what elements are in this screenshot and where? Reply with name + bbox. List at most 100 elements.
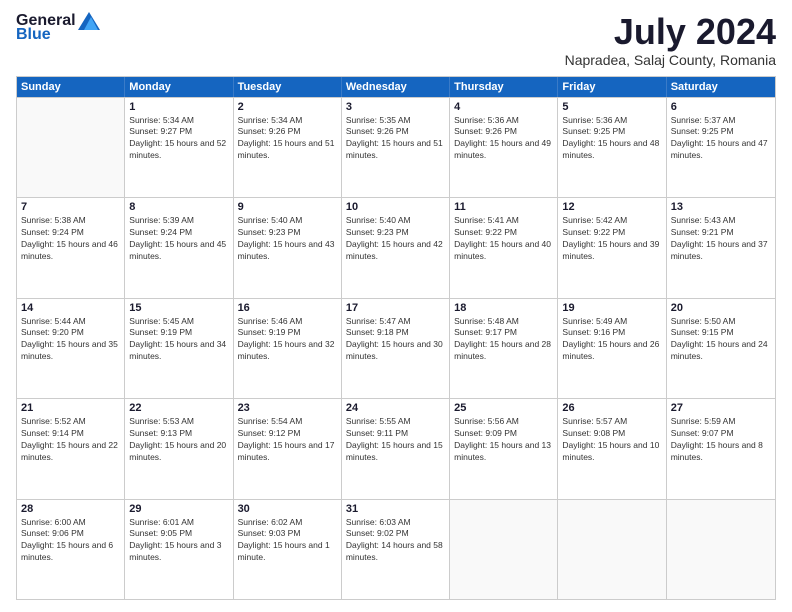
cell-date: 7	[21, 201, 120, 213]
header-day-tuesday: Tuesday	[234, 77, 342, 97]
week-row-1: 7 Sunrise: 5:38 AMSunset: 9:24 PMDaylight…	[17, 197, 775, 297]
cal-cell: 21Sunrise: 5:52 AMSunset: 9:14 PMDayligh…	[17, 399, 125, 498]
cell-info: Sunrise: 5:34 AMSunset: 9:27 PMDaylight:…	[129, 115, 228, 163]
cal-cell: 30 Sunrise: 6:02 AMSunset: 9:03 PMDayligh…	[234, 500, 342, 599]
cal-cell: 2Sunrise: 5:34 AMSunset: 9:26 PMDaylight…	[234, 98, 342, 197]
header-day-monday: Monday	[125, 77, 233, 97]
cell-info: Sunrise: 5:45 AMSunset: 9:19 PMDaylight:…	[129, 316, 228, 364]
cal-cell: 11 Sunrise: 5:41 AMSunset: 9:22 PMDayligh…	[450, 198, 558, 297]
cell-date: 24	[346, 402, 445, 414]
header-day-thursday: Thursday	[450, 77, 558, 97]
cal-cell: 25 Sunrise: 5:56 AMSunset: 9:09 PMDayligh…	[450, 399, 558, 498]
cell-info: Sunrise: 5:53 AMSunset: 9:13 PMDaylight:…	[129, 416, 228, 464]
calendar-header: SundayMondayTuesdayWednesdayThursdayFrid…	[17, 77, 775, 97]
header: General Blue July 2024 Napradea, Salaj C…	[16, 12, 776, 68]
cell-date: 1	[129, 101, 228, 113]
cal-cell: 23 Sunrise: 5:54 AMSunset: 9:12 PMDayligh…	[234, 399, 342, 498]
cal-cell: 19 Sunrise: 5:49 AMSunset: 9:16 PMDayligh…	[558, 299, 666, 398]
cal-cell: 8 Sunrise: 5:39 AMSunset: 9:24 PMDaylight…	[125, 198, 233, 297]
cal-cell: 4Sunrise: 5:36 AMSunset: 9:26 PMDaylight…	[450, 98, 558, 197]
cal-cell: 12 Sunrise: 5:42 AMSunset: 9:22 PMDayligh…	[558, 198, 666, 297]
cal-cell: 27 Sunrise: 5:59 AMSunset: 9:07 PMDayligh…	[667, 399, 775, 498]
cell-info: Sunrise: 5:54 AMSunset: 9:12 PMDaylight:…	[238, 416, 337, 464]
cell-info: Sunrise: 5:42 AMSunset: 9:22 PMDaylight:…	[562, 215, 661, 263]
page: General Blue July 2024 Napradea, Salaj C…	[0, 0, 792, 612]
cell-info: Sunrise: 5:46 AMSunset: 9:19 PMDaylight:…	[238, 316, 337, 364]
cell-date: 26	[562, 402, 661, 414]
cal-cell: 1 Sunrise: 5:34 AMSunset: 9:27 PMDaylight…	[125, 98, 233, 197]
cell-date: 25	[454, 402, 553, 414]
cell-info: Sunrise: 5:39 AMSunset: 9:24 PMDaylight:…	[129, 215, 228, 263]
cell-date: 14	[21, 302, 120, 314]
cal-cell: 15Sunrise: 5:45 AMSunset: 9:19 PMDayligh…	[125, 299, 233, 398]
cell-date: 19	[562, 302, 661, 314]
cell-info: Sunrise: 5:37 AMSunset: 9:25 PMDaylight:…	[671, 115, 771, 163]
cell-date: 16	[238, 302, 337, 314]
header-day-friday: Friday	[558, 77, 666, 97]
cal-cell	[558, 500, 666, 599]
cell-date: 17	[346, 302, 445, 314]
title-area: July 2024 Napradea, Salaj County, Romani…	[565, 12, 776, 68]
cell-info: Sunrise: 5:56 AMSunset: 9:09 PMDaylight:…	[454, 416, 553, 464]
cal-cell: 26 Sunrise: 5:57 AMSunset: 9:08 PMDayligh…	[558, 399, 666, 498]
cal-cell: 31Sunrise: 6:03 AMSunset: 9:02 PMDayligh…	[342, 500, 450, 599]
cell-date: 30	[238, 503, 337, 515]
cell-info: Sunrise: 5:36 AMSunset: 9:25 PMDaylight:…	[562, 115, 661, 163]
cal-cell: 18 Sunrise: 5:48 AMSunset: 9:17 PMDayligh…	[450, 299, 558, 398]
logo-blue: Blue	[16, 26, 51, 44]
cell-info: Sunrise: 5:43 AMSunset: 9:21 PMDaylight:…	[671, 215, 771, 263]
cell-info: Sunrise: 5:48 AMSunset: 9:17 PMDaylight:…	[454, 316, 553, 364]
cell-info: Sunrise: 6:03 AMSunset: 9:02 PMDaylight:…	[346, 517, 445, 565]
cal-cell: 13 Sunrise: 5:43 AMSunset: 9:21 PMDayligh…	[667, 198, 775, 297]
cal-cell: 3 Sunrise: 5:35 AMSunset: 9:26 PMDaylight…	[342, 98, 450, 197]
cal-cell: 29Sunrise: 6:01 AMSunset: 9:05 PMDayligh…	[125, 500, 233, 599]
logo-icon	[78, 12, 100, 30]
cal-cell: 6 Sunrise: 5:37 AMSunset: 9:25 PMDaylight…	[667, 98, 775, 197]
cell-date: 11	[454, 201, 553, 213]
cell-date: 23	[238, 402, 337, 414]
cell-info: Sunrise: 5:57 AMSunset: 9:08 PMDaylight:…	[562, 416, 661, 464]
location: Napradea, Salaj County, Romania	[565, 52, 776, 68]
cell-date: 18	[454, 302, 553, 314]
calendar-body: 1 Sunrise: 5:34 AMSunset: 9:27 PMDaylight…	[17, 97, 775, 599]
header-day-saturday: Saturday	[667, 77, 775, 97]
week-row-4: 28 Sunrise: 6:00 AMSunset: 9:06 PMDayligh…	[17, 499, 775, 599]
cal-cell: 5 Sunrise: 5:36 AMSunset: 9:25 PMDaylight…	[558, 98, 666, 197]
header-day-sunday: Sunday	[17, 77, 125, 97]
cell-info: Sunrise: 5:55 AMSunset: 9:11 PMDaylight:…	[346, 416, 445, 464]
month-title: July 2024	[565, 12, 776, 52]
cell-date: 12	[562, 201, 661, 213]
header-day-wednesday: Wednesday	[342, 77, 450, 97]
cal-cell: 28 Sunrise: 6:00 AMSunset: 9:06 PMDayligh…	[17, 500, 125, 599]
cell-date: 13	[671, 201, 771, 213]
cell-date: 4	[454, 101, 553, 113]
cell-info: Sunrise: 5:38 AMSunset: 9:24 PMDaylight:…	[21, 215, 120, 263]
cal-cell: 17Sunrise: 5:47 AMSunset: 9:18 PMDayligh…	[342, 299, 450, 398]
cell-info: Sunrise: 5:59 AMSunset: 9:07 PMDaylight:…	[671, 416, 771, 464]
cell-info: Sunrise: 5:52 AMSunset: 9:14 PMDaylight:…	[21, 416, 120, 464]
cell-date: 8	[129, 201, 228, 213]
week-row-2: 14 Sunrise: 5:44 AMSunset: 9:20 PMDayligh…	[17, 298, 775, 398]
cell-info: Sunrise: 5:50 AMSunset: 9:15 PMDaylight:…	[671, 316, 771, 364]
cal-cell	[667, 500, 775, 599]
cal-cell: 20 Sunrise: 5:50 AMSunset: 9:15 PMDayligh…	[667, 299, 775, 398]
cal-cell: 14 Sunrise: 5:44 AMSunset: 9:20 PMDayligh…	[17, 299, 125, 398]
cell-info: Sunrise: 5:40 AMSunset: 9:23 PMDaylight:…	[238, 215, 337, 263]
cell-date: 5	[562, 101, 661, 113]
cell-date: 27	[671, 402, 771, 414]
logo: General Blue	[16, 12, 102, 44]
cell-date: 20	[671, 302, 771, 314]
cal-cell: 22Sunrise: 5:53 AMSunset: 9:13 PMDayligh…	[125, 399, 233, 498]
cell-info: Sunrise: 5:35 AMSunset: 9:26 PMDaylight:…	[346, 115, 445, 163]
cell-date: 3	[346, 101, 445, 113]
cell-info: Sunrise: 5:49 AMSunset: 9:16 PMDaylight:…	[562, 316, 661, 364]
cell-date: 28	[21, 503, 120, 515]
cal-cell	[17, 98, 125, 197]
week-row-0: 1 Sunrise: 5:34 AMSunset: 9:27 PMDaylight…	[17, 97, 775, 197]
cell-info: Sunrise: 6:00 AMSunset: 9:06 PMDaylight:…	[21, 517, 120, 565]
cell-info: Sunrise: 5:41 AMSunset: 9:22 PMDaylight:…	[454, 215, 553, 263]
calendar: SundayMondayTuesdayWednesdayThursdayFrid…	[16, 76, 776, 600]
cell-info: Sunrise: 5:44 AMSunset: 9:20 PMDaylight:…	[21, 316, 120, 364]
cell-info: Sunrise: 6:02 AMSunset: 9:03 PMDaylight:…	[238, 517, 337, 565]
cell-date: 6	[671, 101, 771, 113]
